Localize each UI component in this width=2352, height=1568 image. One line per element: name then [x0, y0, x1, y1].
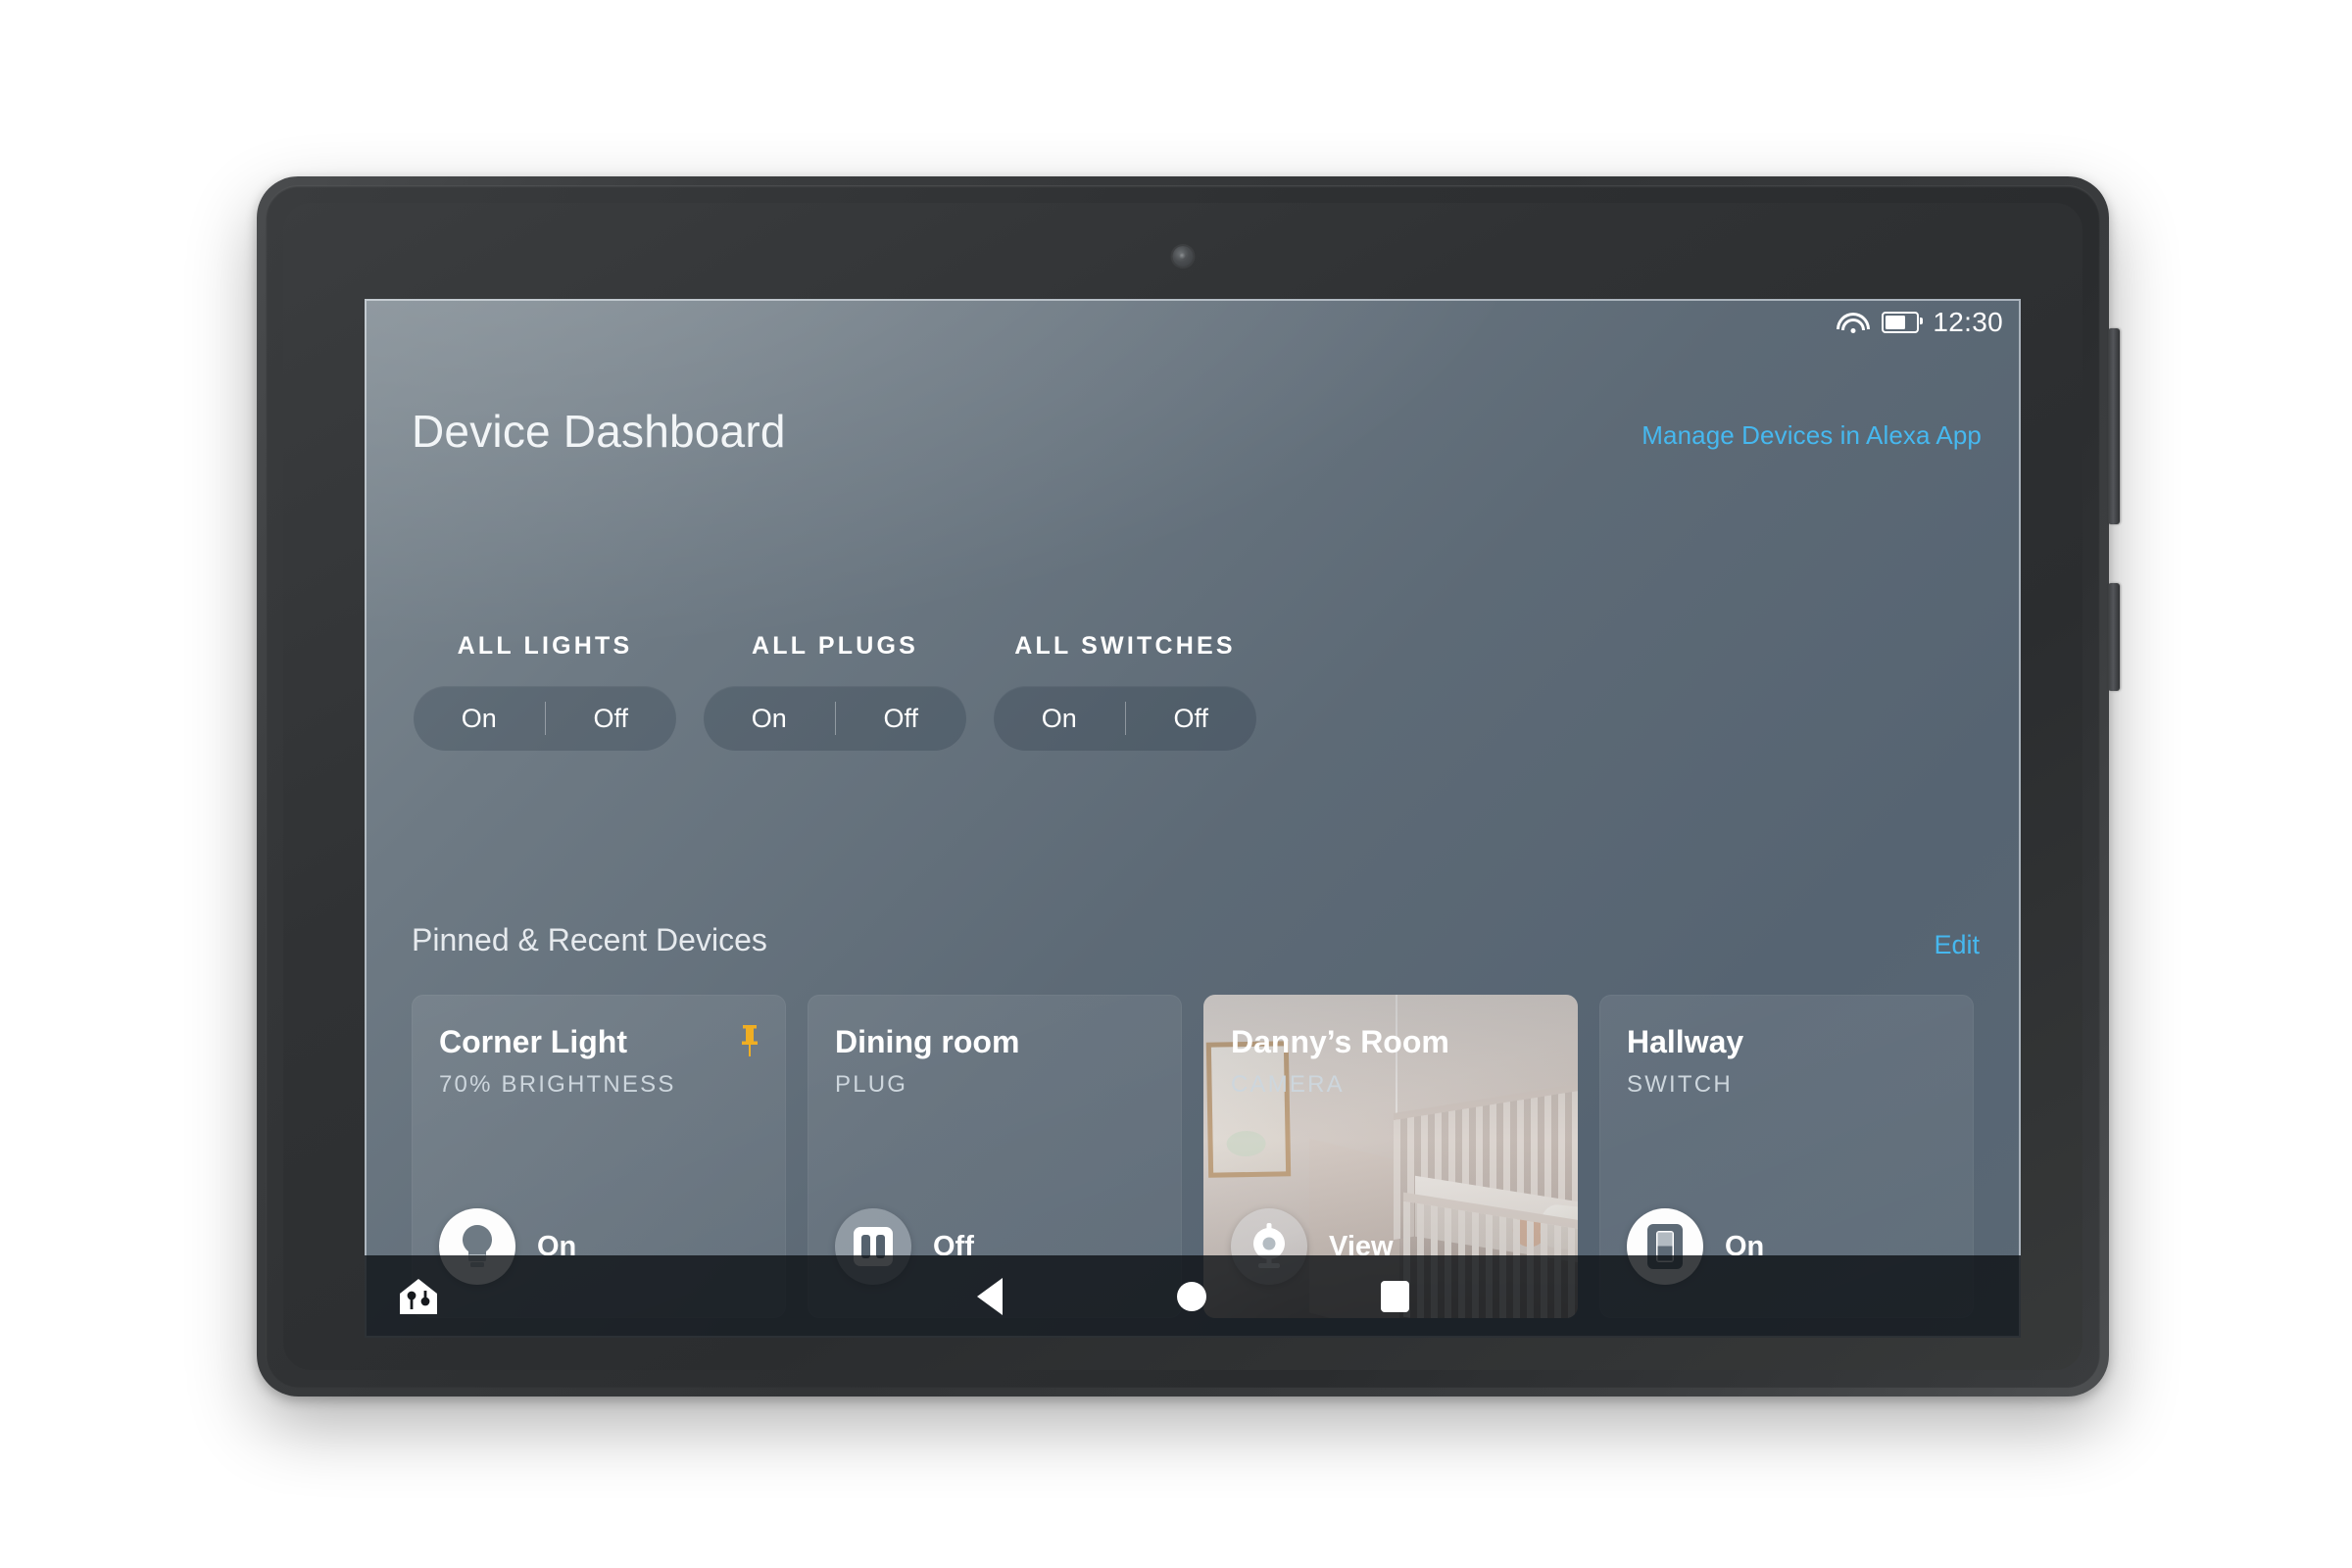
home-icon[interactable] — [1176, 1282, 1206, 1311]
all-plugs-segmented-control: On Off — [704, 686, 966, 751]
device-screen: 12:30 Device Dashboard Manage Devices in… — [365, 299, 2021, 1338]
status-clock: 12:30 — [1933, 307, 2003, 337]
all-plugs-on-button[interactable]: On — [704, 704, 835, 734]
device-subtitle: 70% BRIGHTNESS — [439, 1071, 676, 1098]
edit-link[interactable]: Edit — [1934, 930, 1980, 960]
all-switches-on-button[interactable]: On — [994, 704, 1125, 734]
group-label: ALL LIGHTS — [457, 632, 633, 660]
group-all-plugs: ALL PLUGS On Off — [704, 632, 966, 751]
nav-buttons — [365, 1278, 2021, 1315]
all-lights-on-button[interactable]: On — [414, 704, 545, 734]
all-switches-segmented-control: On Off — [994, 686, 1256, 751]
battery-icon — [1882, 312, 1924, 333]
device-name: Corner Light — [439, 1024, 627, 1059]
device-name: Dining room — [835, 1024, 1020, 1059]
back-icon[interactable] — [976, 1278, 1003, 1315]
screenshot-scene: 12:30 Device Dashboard Manage Devices in… — [0, 0, 2352, 1568]
recents-icon[interactable] — [1380, 1281, 1409, 1312]
volume-button[interactable] — [2108, 328, 2120, 524]
all-switches-off-button[interactable]: Off — [1126, 704, 1257, 734]
device-subtitle: SWITCH — [1627, 1071, 1733, 1098]
device-name: Danny’s Room — [1231, 1024, 1449, 1059]
group-all-lights: ALL LIGHTS On Off — [414, 632, 676, 751]
device-name: Hallway — [1627, 1024, 1744, 1059]
navigation-bar — [365, 1255, 2021, 1338]
page-title: Device Dashboard — [412, 406, 786, 457]
all-lights-segmented-control: On Off — [414, 686, 676, 751]
all-plugs-off-button[interactable]: Off — [836, 704, 967, 734]
group-all-switches: ALL SWITCHES On Off — [994, 632, 1256, 751]
group-label: ALL PLUGS — [751, 632, 918, 660]
manage-devices-link[interactable]: Manage Devices in Alexa App — [1642, 420, 1982, 451]
group-label: ALL SWITCHES — [1014, 632, 1236, 660]
front-camera-icon — [1172, 246, 1194, 267]
section-title: Pinned & Recent Devices — [412, 922, 767, 957]
status-bar: 12:30 — [1837, 307, 2003, 338]
pin-icon — [742, 1025, 758, 1056]
wifi-icon — [1837, 311, 1871, 334]
all-lights-off-button[interactable]: Off — [546, 704, 677, 734]
group-toggles: ALL LIGHTS On Off ALL PLUGS On Off ALL S… — [414, 632, 1256, 751]
device-subtitle: PLUG — [835, 1071, 908, 1098]
power-button[interactable] — [2108, 583, 2120, 691]
device-subtitle: CAMERA — [1231, 1071, 1345, 1098]
